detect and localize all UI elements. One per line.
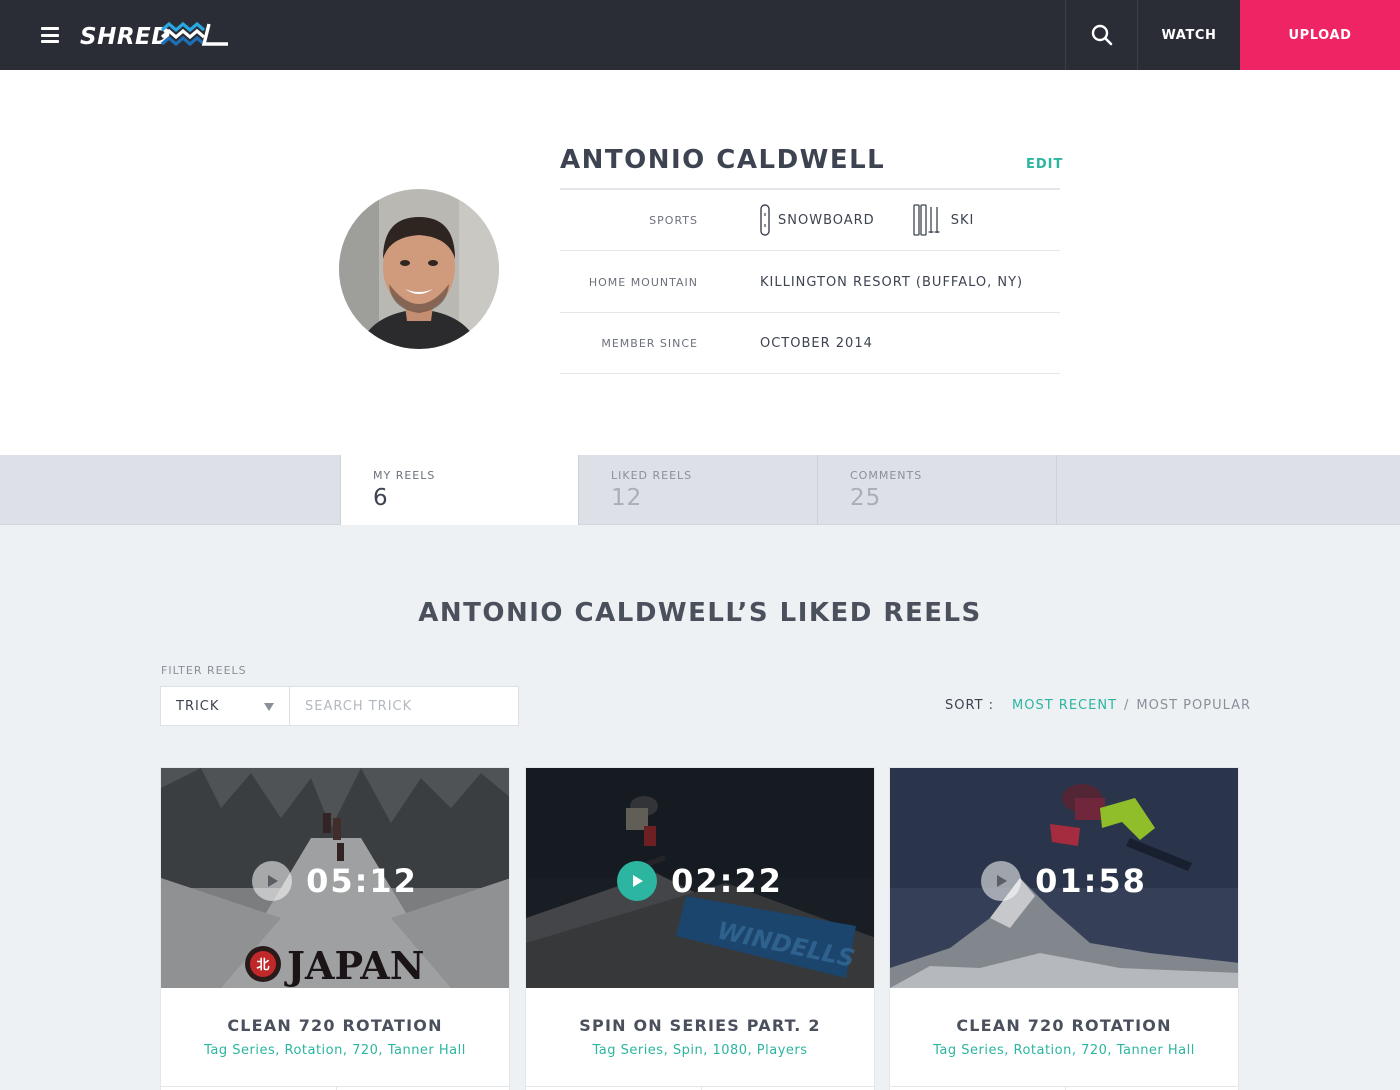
- sport-label: SKI: [950, 212, 975, 228]
- svg-text:JAPAN: JAPAN: [284, 943, 425, 988]
- play-icon: [268, 875, 279, 887]
- tab-comments[interactable]: COMMENTS 25: [818, 455, 1057, 525]
- stat-count: 12: [611, 485, 643, 511]
- divider: [890, 1086, 1238, 1087]
- home-mountain-label: HOME MOUNTAIN: [588, 275, 698, 289]
- profile-name: ANTONIO CALDWELL: [560, 145, 886, 175]
- play-overlay: 05:12: [161, 861, 509, 901]
- member-since-row: MEMBER SINCE OCTOBER 2014: [560, 313, 1060, 374]
- avatar-photo: [339, 189, 499, 349]
- member-since-label: MEMBER SINCE: [601, 336, 698, 350]
- reel-duration: 05:12: [306, 862, 418, 900]
- sort-label: SORT :: [945, 698, 995, 713]
- divider: [336, 1086, 337, 1090]
- brand-logo-graphic: SHRED: [80, 21, 228, 50]
- brand-logo[interactable]: SHRED: [79, 20, 235, 50]
- liked-reels-title: ANTONIO CALDWELL’S LIKED REELS: [418, 598, 982, 628]
- reel-title[interactable]: CLEAN 720 ROTATION: [161, 1016, 509, 1035]
- profile-section: ANTONIO CALDWELL EDIT SPORTS SNOWBOARD S…: [0, 70, 1400, 455]
- search-button[interactable]: [1065, 0, 1138, 70]
- stat-label: COMMENTS: [850, 469, 923, 482]
- search-trick-input[interactable]: [289, 686, 519, 726]
- play-overlay: 01:58: [890, 861, 1238, 901]
- reel-duration: 01:58: [1035, 862, 1147, 900]
- menu-icon[interactable]: [41, 27, 59, 43]
- divider: [526, 1086, 874, 1087]
- tab-my-reels[interactable]: MY REELS 6: [340, 455, 579, 525]
- reel-card: 北 JAPAN 05:12 CLEAN 720 ROTATION Tag Ser…: [160, 767, 510, 1090]
- play-overlay: 02:22: [526, 861, 874, 901]
- play-button[interactable]: [617, 861, 658, 901]
- sports-label: SPORTS: [649, 213, 698, 227]
- ski-icon: [913, 204, 940, 236]
- play-button[interactable]: [981, 861, 1022, 901]
- snowboard-icon: [760, 204, 770, 236]
- sort-most-popular[interactable]: MOST POPULAR: [1136, 698, 1251, 713]
- sort-controls: SORT : MOST RECENT / MOST POPULAR: [945, 698, 1251, 713]
- chevron-down-icon: [264, 703, 274, 711]
- sport-label: SNOWBOARD: [778, 212, 875, 228]
- filter-select-value: TRICK: [176, 698, 220, 714]
- sports-value: SNOWBOARD SKI: [760, 190, 1012, 250]
- reel-card: WINDELLS 02:22 SPIN ON SERIES PART. 2 Ta…: [525, 767, 875, 1090]
- reel-title[interactable]: CLEAN 720 ROTATION: [890, 1016, 1238, 1035]
- stat-count: 6: [373, 485, 389, 511]
- profile-stats-tabs: MY REELS 6 LIKED REELS 12 COMMENTS 25: [0, 455, 1400, 525]
- stat-label: LIKED REELS: [611, 469, 693, 482]
- divider: [1065, 1086, 1066, 1090]
- reel-tags[interactable]: Tag Series, Spin, 1080, Players: [526, 1043, 874, 1058]
- search-icon: [1091, 24, 1112, 46]
- avatar: [339, 189, 499, 349]
- watch-button[interactable]: WATCH: [1138, 0, 1240, 70]
- reel-thumbnail[interactable]: WINDELLS 02:22: [526, 768, 874, 988]
- top-navigation-bar: SHRED WATCH UPLOAD: [0, 0, 1400, 70]
- reel-thumbnail[interactable]: 01:58: [890, 768, 1238, 988]
- reel-card: 01:58 CLEAN 720 ROTATION Tag Series, Rot…: [889, 767, 1239, 1090]
- play-icon: [633, 875, 644, 887]
- reel-duration: 02:22: [671, 862, 783, 900]
- reel-tags[interactable]: Tag Series, Rotation, 720, Tanner Hall: [890, 1043, 1238, 1058]
- svg-text:北: 北: [256, 958, 269, 973]
- sports-row: SPORTS SNOWBOARD SKI: [560, 190, 1060, 251]
- sport-ski: SKI: [913, 204, 975, 236]
- member-since-value: OCTOBER 2014: [760, 335, 873, 351]
- upload-button[interactable]: UPLOAD: [1240, 0, 1400, 70]
- sort-most-recent[interactable]: MOST RECENT: [1012, 698, 1117, 713]
- reel-title[interactable]: SPIN ON SERIES PART. 2: [526, 1016, 874, 1035]
- divider: [701, 1086, 702, 1090]
- sort-separator: /: [1124, 698, 1130, 713]
- home-mountain-value: KILLINGTON RESORT (BUFFALO, NY): [760, 274, 1024, 290]
- reel-tags[interactable]: Tag Series, Rotation, 720, Tanner Hall: [161, 1043, 509, 1058]
- reel-thumbnail[interactable]: 北 JAPAN 05:12: [161, 768, 509, 988]
- filter-label: FILTER REELS: [161, 664, 247, 677]
- filter-type-select[interactable]: TRICK: [160, 686, 290, 726]
- svg-text:SHRED: SHRED: [80, 24, 171, 50]
- divider: [161, 1086, 509, 1087]
- stat-label: MY REELS: [373, 469, 436, 482]
- play-icon: [997, 875, 1008, 887]
- home-mountain-row: HOME MOUNTAIN KILLINGTON RESORT (BUFFALO…: [560, 252, 1060, 313]
- sport-snowboard: SNOWBOARD: [760, 204, 875, 236]
- play-button[interactable]: [252, 861, 293, 901]
- edit-profile-link[interactable]: EDIT: [1026, 157, 1063, 172]
- stat-count: 25: [850, 485, 882, 511]
- tab-liked-reels[interactable]: LIKED REELS 12: [579, 455, 818, 525]
